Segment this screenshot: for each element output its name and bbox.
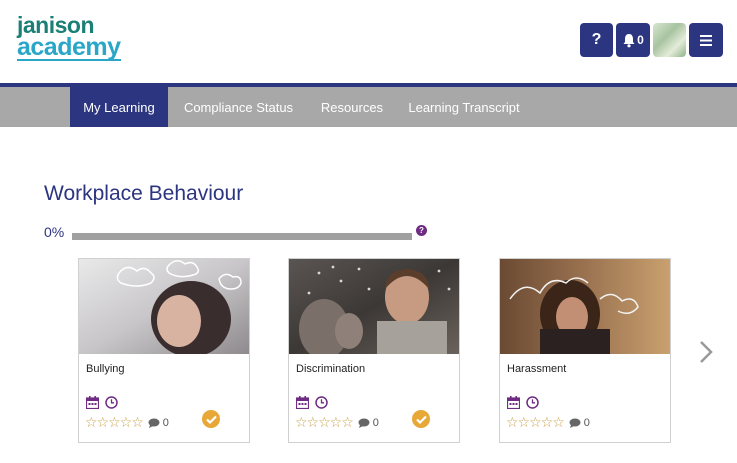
menu-button[interactable] bbox=[689, 23, 723, 57]
logo-line2: academy bbox=[17, 33, 121, 61]
avatar[interactable] bbox=[653, 23, 686, 57]
course-thumbnail[interactable] bbox=[289, 259, 459, 354]
nav-item-my-learning[interactable]: My Learning bbox=[70, 87, 168, 127]
course-card-bullying[interactable]: Bullying ☆☆☆☆☆ 0 bbox=[78, 258, 250, 443]
progress-label: 0% bbox=[44, 224, 65, 240]
course-title[interactable]: Harassment bbox=[507, 363, 566, 375]
course-title[interactable]: Discrimination bbox=[296, 363, 365, 375]
comment-icon bbox=[569, 418, 581, 428]
clock-icon bbox=[526, 396, 539, 409]
notification-count: 0 bbox=[637, 33, 644, 47]
bell-icon bbox=[623, 33, 635, 47]
calendar-icon bbox=[86, 396, 99, 409]
course-thumbnail[interactable] bbox=[500, 259, 670, 354]
carousel-next-button[interactable] bbox=[696, 338, 716, 366]
calendar-icon bbox=[296, 396, 309, 409]
page-title: Workplace Behaviour bbox=[44, 182, 244, 205]
progress-bar bbox=[72, 233, 412, 240]
nav-item-resources[interactable]: Resources bbox=[312, 87, 392, 127]
course-thumbnail[interactable] bbox=[79, 259, 249, 354]
calendar-icon bbox=[507, 396, 520, 409]
hamburger-menu-icon bbox=[700, 34, 712, 46]
star-rating[interactable]: ☆☆☆☆☆ bbox=[85, 414, 144, 431]
star-rating[interactable]: ☆☆☆☆☆ bbox=[295, 414, 354, 431]
header: janison academy ? 0 bbox=[0, 0, 737, 84]
nav-item-compliance-status[interactable]: Compliance Status bbox=[172, 87, 305, 127]
completed-check-icon bbox=[202, 410, 220, 428]
help-button[interactable]: ? bbox=[580, 23, 613, 57]
clock-icon bbox=[315, 396, 328, 409]
comment-count: 0 bbox=[372, 416, 379, 429]
clock-icon bbox=[105, 396, 118, 409]
course-title[interactable]: Bullying bbox=[86, 363, 125, 375]
course-card-discrimination[interactable]: Discrimination ☆☆☆☆☆ 0 bbox=[288, 258, 460, 443]
star-rating[interactable]: ☆☆☆☆☆ bbox=[506, 414, 565, 431]
course-card-harassment[interactable]: Harassment ☆☆☆☆☆ 0 bbox=[499, 258, 671, 443]
nav-item-learning-transcript[interactable]: Learning Transcript bbox=[398, 87, 530, 127]
help-icon: ? bbox=[591, 31, 602, 48]
completed-check-icon bbox=[412, 410, 430, 428]
logo[interactable]: janison academy bbox=[17, 14, 121, 61]
comment-icon bbox=[358, 418, 370, 428]
notifications-button[interactable]: 0 bbox=[616, 23, 650, 57]
chevron-right-icon bbox=[700, 341, 713, 363]
comment-count: 0 bbox=[162, 416, 169, 429]
comment-count: 0 bbox=[583, 416, 590, 429]
comment-icon bbox=[148, 418, 160, 428]
progress-help-icon[interactable]: ? bbox=[416, 225, 427, 236]
main-nav: My Learning Compliance Status Resources … bbox=[0, 87, 737, 127]
